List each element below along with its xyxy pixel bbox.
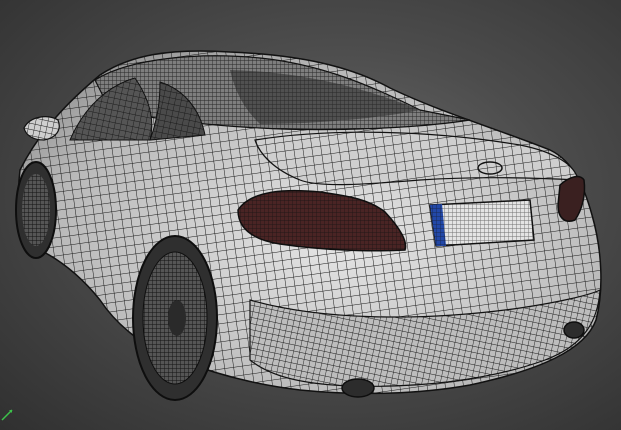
exhaust-tip-left xyxy=(341,378,375,398)
exhaust-tip-right xyxy=(563,321,585,339)
license-plate xyxy=(429,199,535,247)
front-wheel xyxy=(15,161,57,259)
car-wireframe-model xyxy=(15,50,602,401)
axis-gizmo-icon xyxy=(0,402,14,422)
viewport-3d[interactable] xyxy=(0,0,621,430)
rear-wheel xyxy=(132,235,218,401)
trunk-lid xyxy=(254,131,579,186)
side-mirror xyxy=(23,116,60,141)
